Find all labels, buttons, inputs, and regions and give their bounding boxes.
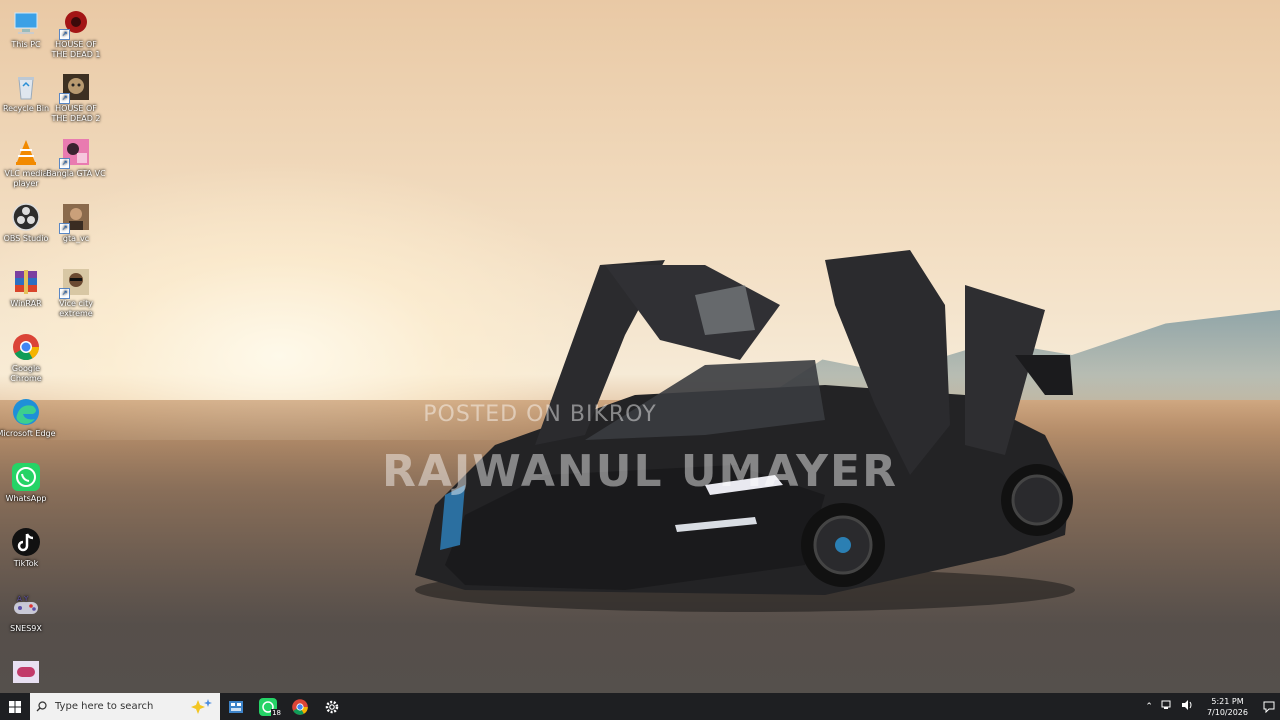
desktop-icon-label: HOUSE OF THE DEAD 1 bbox=[51, 40, 101, 59]
taskbar-whatsapp[interactable]: 18 bbox=[252, 693, 284, 720]
taskbar-search-box[interactable]: Type here to search bbox=[30, 693, 220, 720]
house-of-the-dead-1-icon: ↗ bbox=[59, 8, 91, 40]
vice-city-extreme-icon: ↗ bbox=[59, 267, 91, 299]
desktop-icon-house-of-the-dead-1[interactable]: ↗ HOUSE OF THE DEAD 1 bbox=[46, 8, 106, 60]
desktop: POSTED ON BIKROY RAJWANUL UMAYER This PC… bbox=[0, 0, 1280, 720]
vlc-icon bbox=[11, 137, 41, 167]
desktop-icon-label: Google Chrome bbox=[10, 364, 42, 383]
whatsapp-icon bbox=[11, 462, 41, 492]
start-button[interactable] bbox=[0, 693, 30, 720]
svg-text:A Y: A Y bbox=[17, 595, 29, 603]
clock-time: 5:21 PM bbox=[1211, 696, 1244, 706]
network-icon[interactable] bbox=[1161, 700, 1173, 713]
watermark-line1: POSTED ON BIKROY bbox=[423, 402, 657, 427]
desktop-icon-gta-vc[interactable]: ↗ gta_vc bbox=[46, 202, 106, 244]
taskbar-clock[interactable]: 5:21 PM 7/10/2026 bbox=[1207, 696, 1248, 718]
desktop-icon-edge[interactable]: Microsoft Edge bbox=[0, 397, 56, 439]
snes9x-icon: A Y bbox=[11, 592, 41, 622]
desktop-icon-partial[interactable] bbox=[0, 657, 56, 689]
desktop-icon-tiktok[interactable]: TikTok bbox=[0, 527, 56, 569]
search-icon bbox=[36, 701, 47, 712]
obs-icon bbox=[11, 202, 41, 232]
volume-icon[interactable] bbox=[1181, 700, 1193, 713]
watermark-line2: RAJWANUL UMAYER bbox=[382, 446, 898, 497]
desktop-icon-label: Microsoft Edge bbox=[0, 429, 56, 438]
shortcut-arrow-icon: ↗ bbox=[59, 93, 70, 104]
house-of-the-dead-2-icon: ↗ bbox=[59, 72, 91, 104]
desktop-icon-vice-city-extreme[interactable]: ↗ Vice city extreme bbox=[46, 267, 106, 319]
bangla-gta-vc-icon: ↗ bbox=[59, 137, 91, 169]
winrar-icon bbox=[11, 267, 41, 297]
taskbar-task-view[interactable] bbox=[220, 693, 252, 720]
desktop-icon-label: HOUSE OF THE DEAD 2 bbox=[51, 104, 101, 123]
shortcut-arrow-icon: ↗ bbox=[59, 158, 70, 169]
system-tray: ⌃ 5:21 PM 7/10/2026 bbox=[1141, 693, 1280, 720]
whatsapp-badge: 18 bbox=[271, 709, 282, 717]
desktop-icon-label: gta_vc bbox=[62, 234, 90, 243]
windows-logo-icon bbox=[9, 700, 21, 713]
taskbar-settings[interactable] bbox=[316, 693, 348, 720]
chrome-icon bbox=[292, 698, 308, 715]
gear-icon bbox=[325, 700, 339, 713]
chrome-icon bbox=[11, 332, 41, 362]
desktop-icon-label: SNES9X bbox=[10, 624, 42, 633]
chevron-up-icon[interactable]: ⌃ bbox=[1145, 702, 1153, 712]
desktop-icon-house-of-the-dead-2[interactable]: ↗ HOUSE OF THE DEAD 2 bbox=[46, 72, 106, 124]
notification-center-button[interactable] bbox=[1258, 693, 1280, 720]
tiktok-icon bbox=[11, 527, 41, 557]
shortcut-arrow-icon: ↗ bbox=[59, 223, 70, 234]
task-view-icon bbox=[229, 700, 243, 713]
search-highlights-icon bbox=[191, 698, 212, 714]
taskbar-chrome[interactable] bbox=[284, 693, 316, 720]
shortcut-arrow-icon: ↗ bbox=[59, 288, 70, 299]
desktop-icon-whatsapp[interactable]: WhatsApp bbox=[0, 462, 56, 504]
search-placeholder: Type here to search bbox=[55, 701, 154, 712]
shortcut-arrow-icon: ↗ bbox=[59, 29, 70, 40]
wallpaper-supercar bbox=[415, 250, 1075, 612]
clock-date: 7/10/2026 bbox=[1206, 707, 1248, 717]
taskbar: Type here to search 18 ⌃ 5:21 PM 7/10/20… bbox=[0, 693, 1280, 720]
desktop-icon-label: Bangla GTA VC bbox=[46, 169, 106, 178]
notification-icon bbox=[1263, 701, 1275, 713]
desktop-icon-bangla-gta-vc[interactable]: ↗ Bangla GTA VC bbox=[46, 137, 106, 179]
desktop-icon-label: TikTok bbox=[13, 559, 39, 568]
desktop-icon-label: Vice city extreme bbox=[59, 299, 93, 318]
desktop-icon-snes9x[interactable]: A Y SNES9X bbox=[0, 592, 56, 634]
edge-icon bbox=[11, 397, 41, 427]
desktop-icon-label: WhatsApp bbox=[5, 494, 47, 503]
game-shortcut-icon bbox=[11, 657, 41, 687]
desktop-icon-chrome[interactable]: Google Chrome bbox=[0, 332, 56, 384]
gta-vc-icon: ↗ bbox=[59, 202, 91, 234]
this-pc-icon bbox=[11, 8, 41, 38]
recycle-bin-icon bbox=[11, 72, 41, 102]
